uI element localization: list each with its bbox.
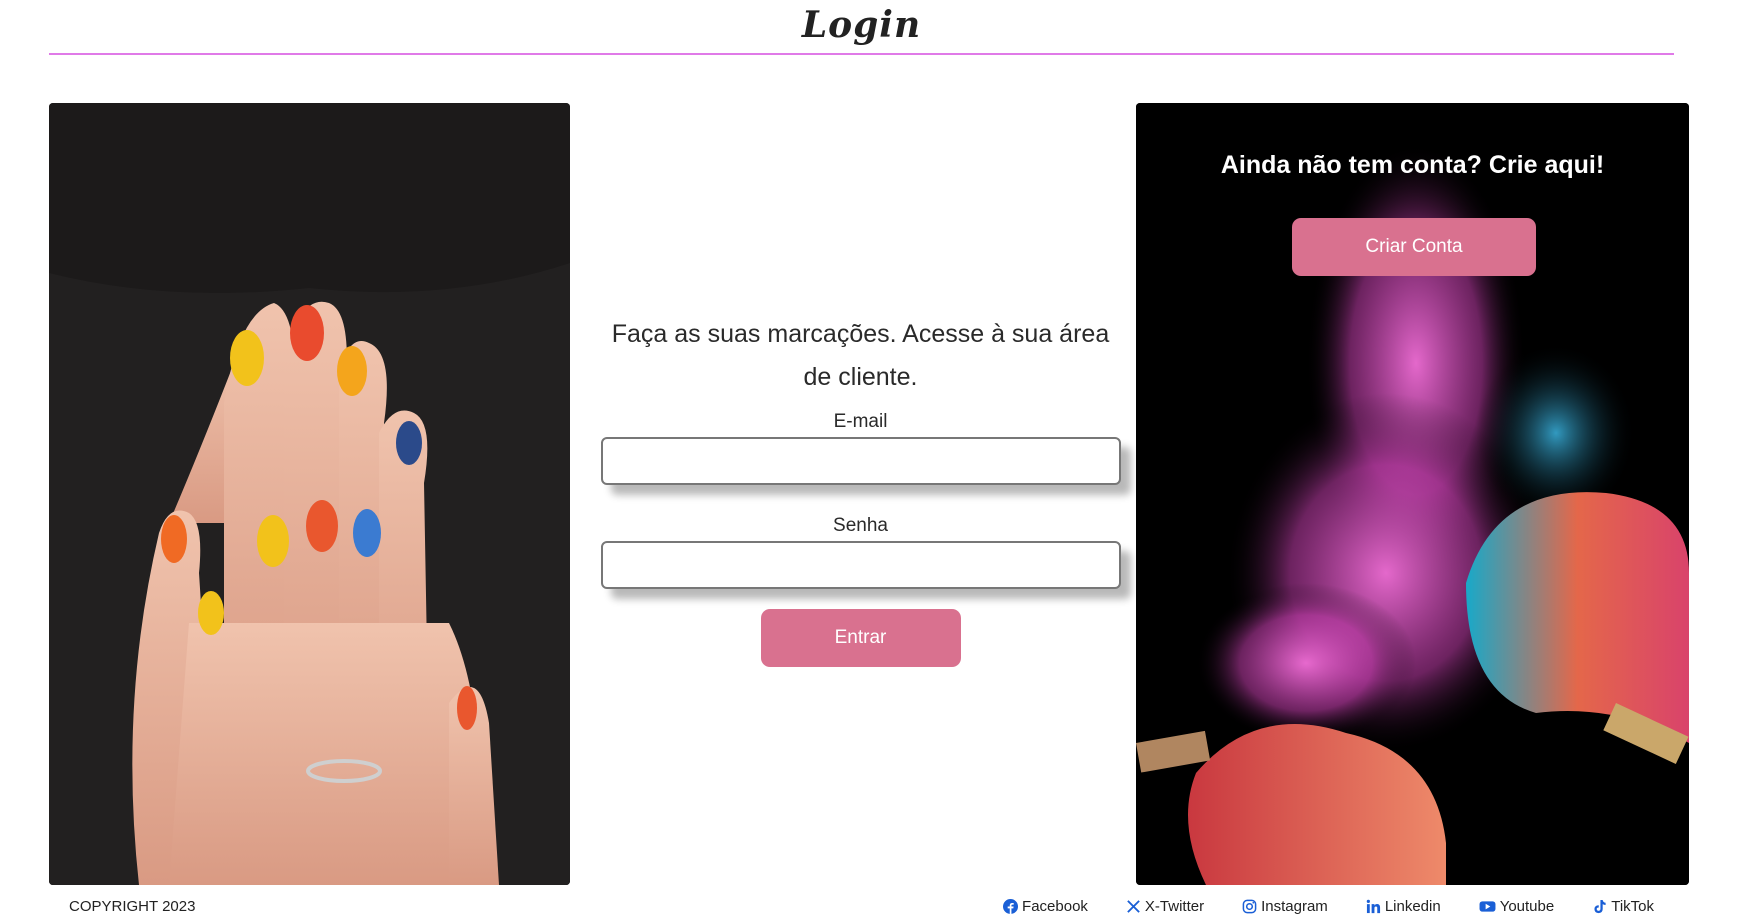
x-twitter-label: X-Twitter bbox=[1144, 897, 1205, 915]
page-header: Login bbox=[49, 0, 1674, 55]
page-title: Login bbox=[801, 3, 922, 46]
facebook-label: Facebook bbox=[1022, 897, 1088, 915]
instagram-label: Instagram bbox=[1261, 897, 1328, 915]
linkedin-label: Linkedin bbox=[1384, 897, 1441, 915]
youtube-icon bbox=[1479, 900, 1496, 912]
social-links: Facebook X-Twitter Instagram Linkedin Yo… bbox=[1003, 898, 1654, 915]
tiktok-link[interactable]: TikTok bbox=[1592, 898, 1654, 915]
login-form: Faça as suas marcações. Acesse à sua áre… bbox=[600, 103, 1121, 885]
linkedin-link[interactable]: Linkedin bbox=[1366, 898, 1441, 915]
login-page: Login Faça as suas marcações. Acesse à s… bbox=[0, 0, 1737, 924]
x-twitter-icon bbox=[1127, 899, 1140, 913]
password-label: Senha bbox=[833, 515, 888, 536]
login-button[interactable]: Entrar bbox=[760, 609, 961, 667]
youtube-label: Youtube bbox=[1499, 897, 1555, 915]
facebook-link[interactable]: Facebook bbox=[1003, 898, 1088, 915]
email-label: E-mail bbox=[833, 411, 888, 432]
instagram-link[interactable]: Instagram bbox=[1242, 898, 1328, 915]
signup-title: Ainda não tem conta? Crie aqui! bbox=[1220, 151, 1605, 179]
linkedin-icon bbox=[1366, 899, 1380, 913]
page-footer: COPYRIGHT 2023 Facebook X-Twitter Instag… bbox=[49, 888, 1674, 924]
facebook-icon bbox=[1003, 898, 1019, 914]
tiktok-label: TikTok bbox=[1611, 897, 1654, 915]
email-field[interactable] bbox=[600, 437, 1121, 485]
tiktok-icon bbox=[1594, 899, 1606, 913]
nail-art-hands-image bbox=[49, 103, 570, 885]
signup-panel: Ainda não tem conta? Crie aqui! Criar Co… bbox=[1136, 103, 1689, 885]
password-field[interactable] bbox=[600, 541, 1121, 589]
x-twitter-link[interactable]: X-Twitter bbox=[1126, 898, 1204, 915]
login-intro-text: Faça as suas marcações. Acesse à sua áre… bbox=[611, 320, 1110, 391]
instagram-icon bbox=[1242, 899, 1257, 913]
create-account-button[interactable]: Criar Conta bbox=[1292, 218, 1536, 276]
youtube-link[interactable]: Youtube bbox=[1479, 897, 1555, 915]
copyright-text: COPYRIGHT 2023 bbox=[69, 897, 196, 915]
